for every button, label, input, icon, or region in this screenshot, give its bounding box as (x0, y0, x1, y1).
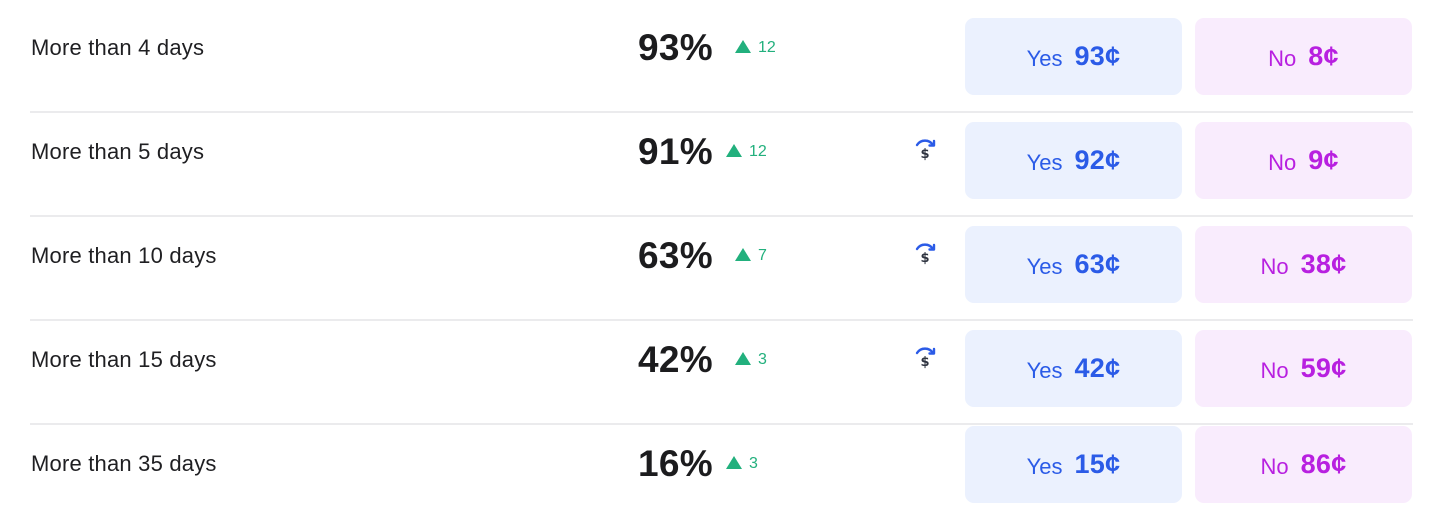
outcome-label: More than 15 days (31, 347, 217, 372)
buy-no-button[interactable]: No 9¢ (1195, 122, 1412, 199)
yes-label: Yes (1026, 45, 1063, 71)
probability-change: 12 (735, 9, 776, 87)
probability-change: 3 (726, 425, 758, 503)
outcome-row[interactable]: More than 10 days 63% 7 $ Yes 63¢ No 38¢ (30, 217, 1413, 321)
outcome-probability: 93% (638, 27, 713, 68)
yes-price: 93¢ (1074, 41, 1121, 71)
change-value: 7 (758, 247, 767, 264)
yes-price: 92¢ (1074, 145, 1121, 175)
no-price: 9¢ (1308, 145, 1339, 175)
up-arrow-icon (726, 144, 742, 157)
outcome-probability: 16% (638, 443, 713, 484)
yes-label: Yes (1026, 357, 1063, 383)
up-arrow-icon (735, 40, 751, 53)
yes-price: 63¢ (1074, 249, 1121, 279)
outcome-label: More than 4 days (31, 35, 205, 60)
change-value: 3 (758, 351, 767, 368)
probability-change: 7 (735, 217, 767, 295)
change-value: 12 (758, 39, 776, 56)
outcome-label: More than 5 days (31, 139, 205, 164)
dollar-refresh-icon[interactable]: $ (912, 345, 938, 371)
yes-price: 42¢ (1074, 353, 1121, 383)
svg-text:$: $ (920, 251, 929, 266)
dollar-refresh-icon[interactable]: $ (912, 241, 938, 267)
buy-yes-button[interactable]: Yes 93¢ (965, 18, 1182, 95)
buy-yes-button[interactable]: Yes 42¢ (965, 330, 1182, 407)
no-label: No (1268, 45, 1297, 71)
outcome-row[interactable]: More than 4 days 93% 12 Yes 93¢ No 8¢ (30, 9, 1413, 113)
outcome-label: More than 10 days (31, 243, 217, 268)
probability-change: 12 (726, 113, 767, 191)
buy-yes-button[interactable]: Yes 92¢ (965, 122, 1182, 199)
outcome-row[interactable]: More than 15 days 42% 3 $ Yes 42¢ No 59¢ (30, 321, 1413, 425)
no-label: No (1260, 453, 1289, 479)
buy-no-button[interactable]: No 59¢ (1195, 330, 1412, 407)
no-price: 86¢ (1300, 449, 1347, 479)
no-label: No (1260, 253, 1289, 279)
outcome-probability: 42% (638, 339, 713, 380)
svg-text:$: $ (920, 355, 929, 370)
buy-no-button[interactable]: No 8¢ (1195, 18, 1412, 95)
no-label: No (1268, 149, 1297, 175)
yes-label: Yes (1026, 453, 1063, 479)
yes-label: Yes (1026, 253, 1063, 279)
no-price: 38¢ (1300, 249, 1347, 279)
svg-text:$: $ (920, 147, 929, 162)
up-arrow-icon (735, 352, 751, 365)
change-value: 3 (749, 455, 758, 472)
yes-price: 15¢ (1074, 449, 1121, 479)
up-arrow-icon (726, 456, 742, 469)
outcome-row[interactable]: More than 5 days 91% 12 $ Yes 92¢ No 9¢ (30, 113, 1413, 217)
probability-change: 3 (735, 321, 767, 399)
buy-yes-button[interactable]: Yes 15¢ (965, 426, 1182, 503)
change-value: 12 (749, 143, 767, 160)
buy-yes-button[interactable]: Yes 63¢ (965, 226, 1182, 303)
buy-no-button[interactable]: No 38¢ (1195, 226, 1412, 303)
no-price: 59¢ (1300, 353, 1347, 383)
outcome-probability: 63% (638, 235, 713, 276)
outcome-label: More than 35 days (31, 451, 217, 476)
dollar-refresh-icon[interactable]: $ (912, 137, 938, 163)
up-arrow-icon (735, 248, 751, 261)
outcome-row[interactable]: More than 35 days 16% 3 Yes 15¢ No 86¢ (30, 425, 1413, 529)
no-label: No (1260, 357, 1289, 383)
yes-label: Yes (1026, 149, 1063, 175)
buy-no-button[interactable]: No 86¢ (1195, 426, 1412, 503)
no-price: 8¢ (1308, 41, 1339, 71)
outcome-probability: 91% (638, 131, 713, 172)
market-outcome-list: More than 4 days 93% 12 Yes 93¢ No 8¢ Mo… (0, 0, 1450, 514)
